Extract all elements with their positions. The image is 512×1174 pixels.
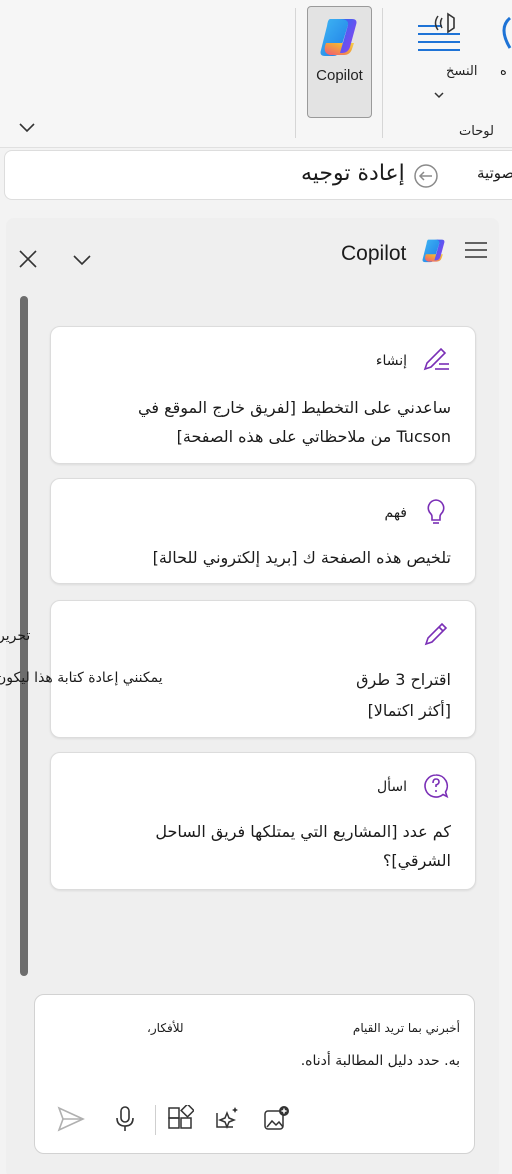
back-arrow-icon[interactable] xyxy=(413,163,439,189)
close-icon[interactable] xyxy=(16,247,40,271)
copilot-ribbon-label: Copilot xyxy=(316,67,363,84)
card-text-line: [أكثر اكتمالا] xyxy=(367,701,451,720)
composer-placeholder-line1-left: للأفكار، xyxy=(147,1021,184,1035)
card-text-line: الشرقي]؟ xyxy=(382,851,451,870)
overflow-edit-label: تحرير xyxy=(0,628,31,644)
composer-divider xyxy=(155,1105,156,1135)
ribbon: Copilot النسخ ه لوحات xyxy=(0,0,512,148)
copilot-logo-icon xyxy=(320,19,357,56)
prompt-composer[interactable]: أخبرني بما تريد القيام للأفكار، به. حدد … xyxy=(34,994,475,1154)
compose-icon xyxy=(423,347,449,371)
composer-placeholder-line2: به. حدد دليل المطالبة أدناه. xyxy=(300,1053,460,1069)
copilot-logo-icon xyxy=(422,239,445,263)
ribbon-group-label: لوحات xyxy=(459,124,494,139)
lightbulb-icon xyxy=(427,499,445,524)
prompt-card-understand[interactable]: فهم تلخيص هذه الصفحة ك [بريد إلكتروني لل… xyxy=(50,478,476,584)
ribbon-separator xyxy=(295,8,296,138)
card-category: اسأل xyxy=(376,779,407,795)
page-title-bar: إعادة توجيه صوتية xyxy=(4,150,512,200)
card-text-line: Tucson من ملاحظاتي على هذه الصفحة] xyxy=(176,427,451,446)
question-icon xyxy=(424,774,449,799)
add-image-icon[interactable] xyxy=(262,1105,290,1133)
prompt-card-create[interactable]: إنشاء ساعدني على التخطيط [لفريق خارج الم… xyxy=(50,326,476,464)
pencil-icon xyxy=(424,622,448,646)
card-text-line: ساعدني على التخطيط [لفريق خارج الموقع في xyxy=(138,398,451,417)
overflow-rewrite-text: يمكنني إعادة كتابة هذا ليكون xyxy=(0,670,163,686)
chevron-down-icon[interactable] xyxy=(68,248,96,272)
microphone-icon[interactable] xyxy=(111,1105,139,1133)
scrollbar[interactable] xyxy=(14,296,30,996)
transcribe-label: النسخ xyxy=(446,64,478,79)
chevron-down-icon[interactable] xyxy=(16,118,38,136)
ribbon-cut-label: ه xyxy=(500,64,507,79)
transcribe-icon[interactable] xyxy=(412,8,470,68)
chevron-down-icon[interactable] xyxy=(432,90,446,100)
card-category: فهم xyxy=(384,505,407,521)
page-title: إعادة توجيه xyxy=(301,161,405,186)
card-category: إنشاء xyxy=(375,353,407,369)
plugins-icon[interactable] xyxy=(166,1105,194,1133)
card-text-line: تلخيص هذه الصفحة ك [بريد إلكتروني للحالة… xyxy=(152,548,451,567)
pane-title: Copilot xyxy=(341,242,407,265)
strip-cut-text: صوتية xyxy=(477,164,512,182)
sparkle-icon[interactable] xyxy=(213,1105,241,1133)
hamburger-menu-icon[interactable] xyxy=(463,238,489,262)
card-text-line: كم عدد [المشاريع التي يمتلكها فريق الساح… xyxy=(155,822,451,841)
copilot-ribbon-button[interactable]: Copilot xyxy=(307,6,372,118)
composer-placeholder-line1: أخبرني بما تريد القيام xyxy=(352,1021,460,1035)
prompt-card-ask[interactable]: اسأل كم عدد [المشاريع التي يمتلكها فريق … xyxy=(50,752,476,890)
send-icon[interactable] xyxy=(57,1105,85,1133)
ribbon-separator xyxy=(382,8,383,138)
prompt-card-edit[interactable]: اقتراح 3 طرق [أكثر اكتمالا] xyxy=(50,600,476,738)
